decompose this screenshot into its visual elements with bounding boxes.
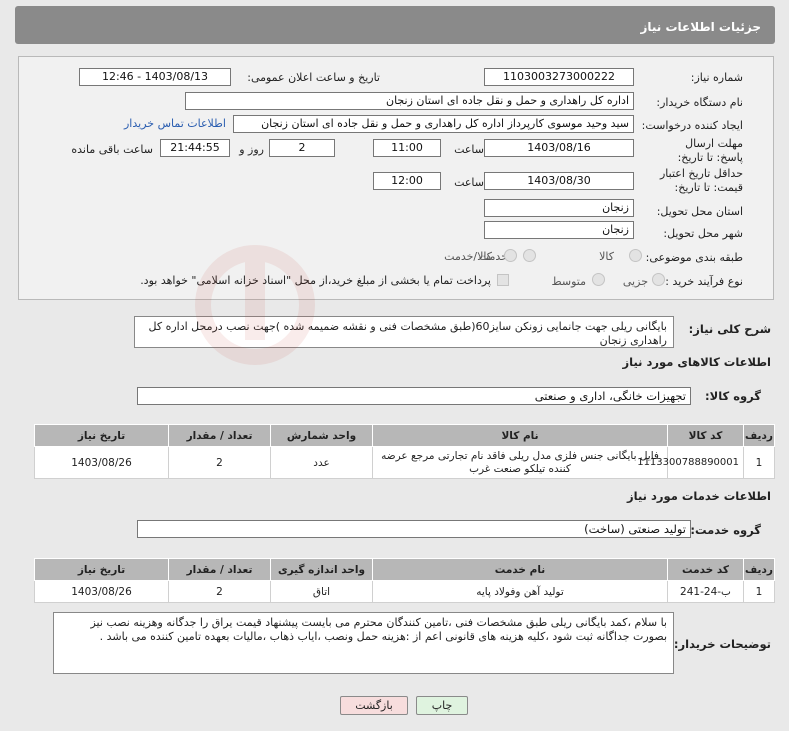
deadline-date-field: 1403/08/16 bbox=[484, 139, 634, 157]
services-group-label: گروه خدمت: bbox=[690, 523, 761, 537]
category-option-goods: کالا bbox=[599, 250, 614, 263]
category-radio-goods[interactable] bbox=[629, 249, 642, 262]
deadline-days-label: روز و bbox=[239, 143, 264, 156]
validity-label: حداقل تاریخ اعتبار قیمت: تا تاریخ: bbox=[659, 167, 743, 194]
services-cell-row: 1 bbox=[743, 580, 775, 603]
goods-cell-unit: عدد bbox=[270, 446, 373, 479]
process-radio-minor[interactable] bbox=[652, 273, 665, 286]
treasury-checkbox[interactable] bbox=[497, 274, 509, 286]
province-field: زنجان bbox=[484, 199, 634, 217]
print-button[interactable]: چاپ bbox=[416, 696, 468, 715]
process-label: نوع فرآیند خرید : bbox=[665, 275, 743, 288]
buyer-notes-textarea[interactable]: با سلام ،کمد بایگانی ریلی طبق مشخصات فنی… bbox=[53, 612, 674, 674]
buyer-org-label: نام دستگاه خریدار: bbox=[656, 96, 743, 109]
process-option-minor: جزیی bbox=[622, 275, 648, 288]
summary-textarea[interactable]: بایگانی ریلی جهت جانمایی زونکن سایز60(طب… bbox=[134, 316, 674, 348]
goods-table: ردیف کد کالا نام کالا واحد شمارش تعداد /… bbox=[34, 424, 775, 479]
remaining-time-label: ساعت باقی مانده bbox=[71, 143, 153, 156]
requester-label: ایجاد کننده درخواست: bbox=[641, 119, 743, 132]
goods-cell-name: فایل بایگانی جنس فلزی مدل ریلی فاقد نام … bbox=[372, 446, 668, 479]
page-header: جزئیات اطلاعات نیاز bbox=[15, 6, 775, 44]
province-label: استان محل تحویل: bbox=[656, 205, 743, 218]
city-field: زنجان bbox=[484, 221, 634, 239]
goods-group-field: تجهیزات خانگی، اداری و صنعتی bbox=[137, 387, 691, 405]
goods-cell-qty: 2 bbox=[168, 446, 271, 479]
services-col-name: نام خدمت bbox=[372, 558, 668, 581]
services-table-header: ردیف کد خدمت نام خدمت واحد اندازه گیری ت… bbox=[34, 558, 775, 581]
announce-field: 1403/08/13 - 12:46 bbox=[79, 68, 231, 86]
announce-label: تاریخ و ساعت اعلان عمومی: bbox=[247, 71, 380, 84]
services-cell-qty: 2 bbox=[168, 580, 271, 603]
services-col-row: ردیف bbox=[743, 558, 775, 581]
category-radio-service[interactable] bbox=[523, 249, 536, 262]
goods-cell-date: 1403/08/26 bbox=[34, 446, 169, 479]
buyer-notes-label: توضیحات خریدار: bbox=[673, 637, 771, 651]
services-col-code: کد خدمت bbox=[667, 558, 744, 581]
need-number-label: شماره نیاز: bbox=[690, 71, 743, 84]
treasury-note: پرداخت تمام یا بخشی از مبلغ خرید،از محل … bbox=[140, 274, 491, 287]
services-col-date: تاریخ نیاز bbox=[34, 558, 169, 581]
page-title: جزئیات اطلاعات نیاز bbox=[640, 20, 761, 34]
goods-col-unit: واحد شمارش bbox=[270, 424, 373, 447]
goods-col-date: تاریخ نیاز bbox=[34, 424, 169, 447]
goods-cell-code: 1113300788890001 bbox=[637, 446, 744, 479]
services-group-field: تولید صنعتی (ساخت) bbox=[137, 520, 691, 538]
deadline-days-field: 2 bbox=[269, 139, 335, 157]
goods-col-code: کد کالا bbox=[667, 424, 744, 447]
services-cell-name: تولید آهن وفولاد پایه bbox=[372, 580, 668, 603]
goods-col-row: ردیف bbox=[743, 424, 775, 447]
goods-cell-row: 1 bbox=[743, 446, 775, 479]
city-label: شهر محل تحویل: bbox=[663, 227, 743, 240]
table-row: 1 1113300788890001 فایل بایگانی جنس فلزی… bbox=[34, 446, 775, 479]
services-cell-unit: اتاق bbox=[270, 580, 373, 603]
category-label: طبقه بندی موضوعی: bbox=[645, 251, 743, 264]
services-col-unit: واحد اندازه گیری bbox=[270, 558, 373, 581]
services-cell-date: 1403/08/26 bbox=[34, 580, 169, 603]
services-table: ردیف کد خدمت نام خدمت واحد اندازه گیری ت… bbox=[34, 558, 775, 603]
goods-section-title: اطلاعات کالاهای مورد نیاز bbox=[622, 355, 771, 369]
process-radio-medium[interactable] bbox=[592, 273, 605, 286]
process-option-medium: متوسط bbox=[551, 275, 586, 288]
table-row: 1 ب-24-241 تولید آهن وفولاد پایه اتاق 2 … bbox=[34, 580, 775, 603]
requester-field: سید وحید موسوی کارپرداز اداره کل راهداری… bbox=[233, 115, 634, 133]
goods-group-label: گروه کالا: bbox=[705, 389, 761, 403]
services-cell-code: ب-24-241 bbox=[667, 580, 744, 603]
category-option-goods-service: کالا/خدمت bbox=[444, 250, 492, 263]
validity-time-label: ساعت bbox=[454, 176, 484, 189]
goods-table-header: ردیف کد کالا نام کالا واحد شمارش تعداد /… bbox=[34, 424, 775, 447]
goods-col-name: نام کالا bbox=[372, 424, 668, 447]
goods-col-qty: تعداد / مقدار bbox=[168, 424, 271, 447]
back-button[interactable]: بازگشت bbox=[340, 696, 408, 715]
buyer-org-field: اداره کل راهداری و حمل و نقل جاده ای است… bbox=[185, 92, 634, 110]
summary-label: شرح کلی نیاز: bbox=[688, 322, 771, 336]
deadline-time-field: 11:00 bbox=[373, 139, 441, 157]
category-radio-goods-service[interactable] bbox=[504, 249, 517, 262]
buyer-contact-link[interactable]: اطلاعات تماس خریدار bbox=[124, 117, 226, 130]
validity-time-field: 12:00 bbox=[373, 172, 441, 190]
need-number-field: 1103003273000222 bbox=[484, 68, 634, 86]
remaining-time-field: 21:44:55 bbox=[160, 139, 230, 157]
deadline-time-label: ساعت bbox=[454, 143, 484, 156]
services-col-qty: تعداد / مقدار bbox=[168, 558, 271, 581]
services-section-title: اطلاعات خدمات مورد نیاز bbox=[627, 489, 771, 503]
deadline-label: مهلت ارسال پاسخ: تا تاریخ: bbox=[677, 137, 743, 164]
validity-date-field: 1403/08/30 bbox=[484, 172, 634, 190]
